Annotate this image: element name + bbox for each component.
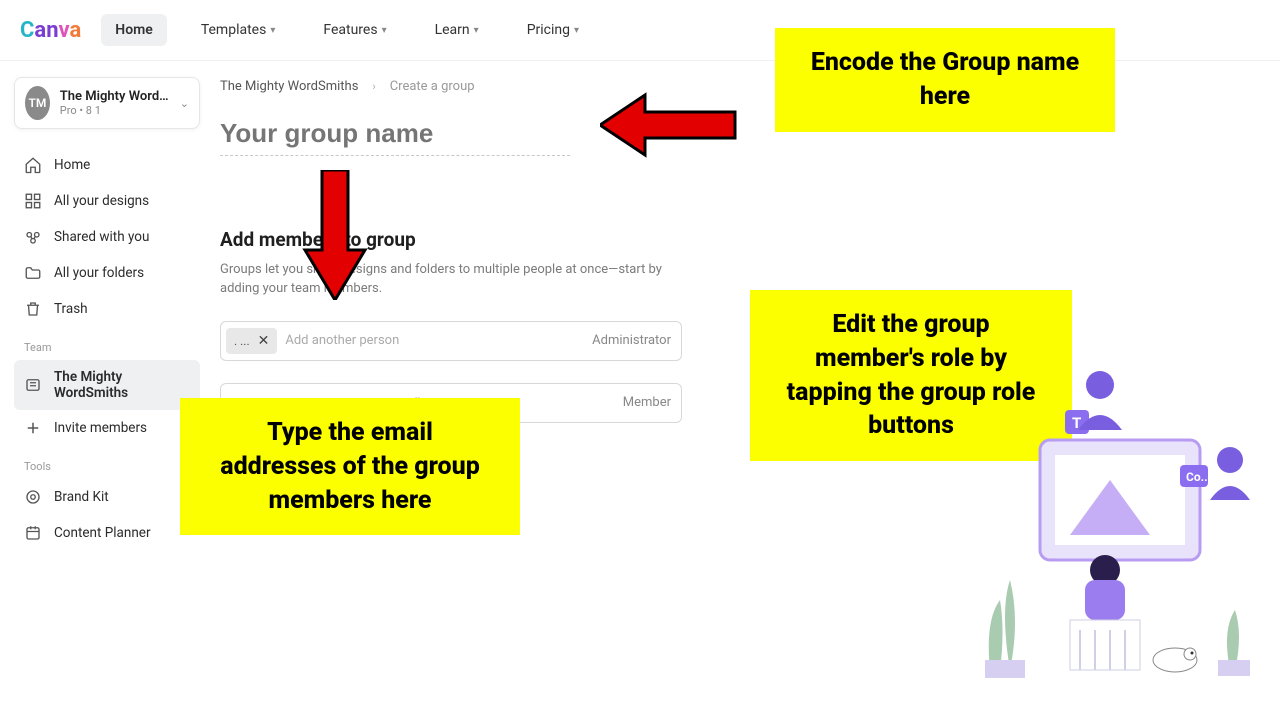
member-input-row-admin[interactable]: . ... ✕ Add another person Administrator — [220, 321, 682, 361]
group-name-input[interactable] — [220, 116, 570, 156]
sidebar-team-link[interactable]: The Mighty WordSmiths — [14, 360, 200, 410]
add-person-placeholder: Add another person — [285, 333, 399, 348]
plus-icon — [24, 419, 42, 437]
canva-logo[interactable]: Canva — [20, 18, 81, 43]
sidebar-folders[interactable]: All your folders — [14, 255, 200, 291]
nav-pricing[interactable]: Pricing▾ — [513, 14, 593, 46]
home-icon — [24, 156, 42, 174]
add-members-desc: Groups let you share designs and folders… — [220, 261, 690, 299]
sidebar-designs[interactable]: All your designs — [14, 183, 200, 219]
nav-features[interactable]: Features▾ — [309, 14, 400, 46]
chevron-down-icon: ⌄ — [180, 97, 189, 110]
sidebar-home[interactable]: Home — [14, 147, 200, 183]
annotation-arrow-down — [300, 170, 370, 300]
svg-text:Co..: Co.. — [1186, 470, 1208, 484]
team-avatar: TM — [25, 86, 50, 120]
chevron-down-icon: ▾ — [382, 25, 387, 36]
member-chip[interactable]: . ... ✕ — [226, 328, 277, 354]
sidebar-section-tools: Tools — [14, 446, 200, 479]
share-icon — [24, 228, 42, 246]
sidebar-section-team: Team — [14, 327, 200, 360]
sidebar-invite[interactable]: Invite members — [14, 410, 200, 446]
folder-icon — [24, 264, 42, 282]
nav-templates[interactable]: Templates▾ — [187, 14, 290, 46]
sidebar-trash[interactable]: Trash — [14, 291, 200, 327]
sidebar-shared[interactable]: Shared with you — [14, 219, 200, 255]
sidebar-brand-kit[interactable]: Brand Kit — [14, 479, 200, 515]
team-subtitle: Pro • 8 1 — [60, 104, 170, 117]
sidebar: TM The Mighty WordS... Pro • 8 1 ⌄ Home … — [0, 61, 210, 551]
breadcrumb-current: Create a group — [390, 79, 475, 94]
breadcrumb: The Mighty WordSmiths › Create a group — [220, 79, 1280, 94]
brand-icon — [24, 488, 42, 506]
close-icon[interactable]: ✕ — [258, 333, 270, 349]
nav-home[interactable]: Home — [101, 14, 167, 46]
chevron-down-icon: ▾ — [574, 25, 579, 36]
team-switcher[interactable]: TM The Mighty WordS... Pro • 8 1 ⌄ — [14, 77, 200, 129]
team-icon — [24, 376, 42, 394]
sidebar-content-planner[interactable]: Content Planner — [14, 515, 200, 551]
chevron-right-icon: › — [372, 80, 375, 93]
trash-icon — [24, 300, 42, 318]
nav-learn[interactable]: Learn▾ — [421, 14, 493, 46]
annotation-callout-emails: Type the email addresses of the group me… — [180, 398, 520, 535]
calendar-icon — [24, 524, 42, 542]
chevron-down-icon: ▾ — [270, 25, 275, 36]
role-selector-admin[interactable]: Administrator — [592, 333, 671, 348]
breadcrumb-root[interactable]: The Mighty WordSmiths — [220, 79, 358, 94]
chevron-down-icon: ▾ — [474, 25, 479, 36]
decorative-illustration: Co.. T — [960, 340, 1280, 680]
annotation-callout-groupname: Encode the Group name here — [775, 28, 1115, 132]
grid-icon — [24, 192, 42, 210]
add-members-title: Add members to group — [220, 228, 1280, 251]
team-name: The Mighty WordS... — [60, 89, 170, 104]
annotation-arrow-left — [600, 90, 740, 160]
role-selector-member[interactable]: Member — [623, 395, 671, 410]
